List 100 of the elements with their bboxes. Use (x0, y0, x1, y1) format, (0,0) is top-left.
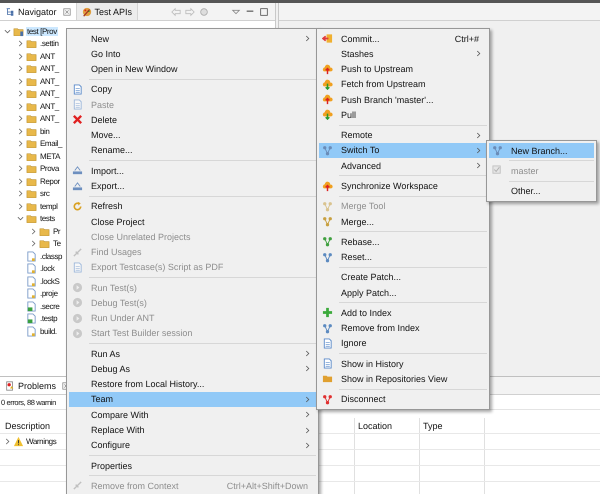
menu-item[interactable]: Advanced (319, 158, 487, 174)
menu-item[interactable]: Create Patch... (319, 270, 487, 285)
tree-item[interactable]: ANT_ (39, 114, 60, 124)
expand-icon[interactable] (17, 90, 24, 98)
tree-item[interactable]: .lock (39, 264, 56, 274)
tray-icon (72, 165, 83, 176)
tree-item[interactable]: Email_ (39, 139, 64, 148)
tree-item[interactable]: test [Prov (26, 26, 58, 36)
column-header[interactable]: Type (420, 418, 485, 433)
menu-item[interactable]: Push to Upstream (319, 62, 487, 77)
collapse-icon[interactable] (4, 28, 11, 35)
menu-item[interactable]: Add to Index (319, 305, 487, 321)
expand-icon[interactable] (17, 190, 24, 198)
cloud-icon (322, 109, 333, 120)
expand-icon[interactable] (17, 128, 24, 135)
menu-item[interactable]: New Branch... (489, 143, 594, 158)
expand-icon[interactable] (17, 52, 24, 60)
menu-item[interactable]: Reset... (319, 249, 487, 265)
expand-icon[interactable] (17, 102, 24, 110)
expand-icon[interactable] (17, 140, 24, 148)
menu-item[interactable]: Import... (69, 163, 316, 178)
menu-item[interactable]: Stashes (319, 46, 487, 62)
menu-item[interactable]: Team (69, 392, 316, 408)
view-tab[interactable]: Test APIs (76, 3, 138, 20)
menu-item[interactable]: Merge... (319, 214, 487, 230)
expand-icon[interactable] (17, 202, 24, 210)
expand-icon[interactable] (17, 178, 24, 185)
menu-item[interactable]: Show in Repositories View (319, 371, 487, 387)
expand-icon[interactable] (17, 40, 24, 48)
expand-icon[interactable] (4, 438, 11, 445)
menu-item[interactable]: Export... (69, 178, 316, 194)
tree-item[interactable]: bin (39, 126, 50, 136)
menu-item[interactable]: Fetch from Upstream (319, 76, 487, 92)
tree-item[interactable]: ANT_ (39, 64, 60, 74)
view-tab[interactable]: Navigator (0, 3, 77, 20)
expand-icon[interactable] (30, 240, 37, 248)
menu-item[interactable]: Synchronize Workspace (319, 178, 487, 194)
tree-item[interactable]: Repor (39, 176, 61, 186)
menu-item[interactable]: Delete (69, 112, 316, 128)
menu-item[interactable]: New (69, 31, 316, 46)
expand-icon[interactable] (17, 78, 24, 85)
menu-item[interactable]: Open in New Window (69, 62, 316, 77)
menu-item[interactable]: Run As (69, 346, 316, 362)
menu-item[interactable]: Properties (69, 458, 316, 474)
warning-icon (13, 436, 24, 447)
cloud-icon (322, 64, 333, 75)
tree-item[interactable]: Pr (52, 226, 62, 236)
menu-item[interactable]: Compare With (69, 407, 316, 422)
menu-item[interactable]: Remove from Index (319, 320, 487, 336)
menu-item[interactable]: Refresh (69, 198, 316, 214)
menu-item[interactable]: Remote (319, 128, 487, 143)
menu-item[interactable]: Ignore (319, 336, 487, 352)
close-icon[interactable] (62, 8, 71, 16)
tree-item[interactable]: src (39, 189, 50, 198)
menu-item[interactable]: Pull (319, 107, 487, 123)
tree-item[interactable]: .settin (39, 39, 60, 48)
tree-item[interactable]: templ (39, 202, 59, 211)
tree-item[interactable]: build. (39, 326, 58, 336)
tree-item[interactable]: Warnings (26, 437, 56, 446)
menu-item[interactable]: Move... (69, 128, 316, 143)
menu-item[interactable]: Rebase... (319, 234, 487, 250)
expand-icon[interactable] (30, 228, 37, 235)
expand-icon[interactable] (17, 65, 24, 72)
tree-item[interactable]: META (39, 152, 62, 161)
menu-item[interactable]: Close Project (69, 214, 316, 230)
expand-icon[interactable] (17, 165, 24, 172)
column-header[interactable]: Location (355, 418, 420, 433)
tree-item[interactable]: ANT_ (39, 102, 60, 111)
menu-item[interactable]: Rename... (69, 142, 316, 158)
tree-item[interactable]: .secre (39, 302, 60, 311)
tree-item[interactable]: .lockS (39, 276, 60, 286)
tree-item[interactable]: Prova (39, 164, 60, 174)
delete-icon (72, 114, 83, 126)
menu-item[interactable]: Other... (489, 184, 594, 199)
menu-item[interactable]: Apply Patch... (319, 284, 487, 300)
branch-icon (322, 236, 333, 248)
menu-item[interactable]: Go Into (69, 46, 316, 62)
tree-item[interactable]: tests (39, 214, 56, 224)
expand-icon[interactable] (17, 115, 24, 122)
tree-item[interactable]: .proje (39, 289, 59, 298)
menu-item[interactable]: Copy (69, 82, 316, 98)
menu-item[interactable]: Commit... Ctrl+# (319, 31, 487, 46)
tree-item[interactable]: ANT_ (39, 76, 60, 86)
tree-item[interactable]: .testp (39, 314, 58, 324)
menu-item[interactable]: Push Branch 'master'... (319, 92, 487, 108)
tree-item[interactable]: ANT_ (39, 89, 60, 98)
maximize-icon[interactable] (259, 6, 269, 16)
tree-item[interactable]: ANT (39, 52, 56, 61)
document-icon (72, 262, 83, 273)
tree-item[interactable]: .classp (39, 252, 64, 261)
tree-item[interactable]: Te (52, 239, 62, 248)
expand-icon[interactable] (17, 152, 24, 160)
menu-item[interactable]: Debug As (69, 361, 316, 377)
branch-icon (322, 144, 333, 156)
menu-item[interactable]: Switch To (319, 142, 487, 158)
project-icon (13, 26, 24, 37)
menu-item[interactable]: Show in History (319, 356, 487, 372)
menu-item[interactable]: Configure (69, 438, 316, 453)
collapse-icon[interactable] (17, 215, 24, 222)
menu-item[interactable]: Replace With (69, 422, 316, 438)
